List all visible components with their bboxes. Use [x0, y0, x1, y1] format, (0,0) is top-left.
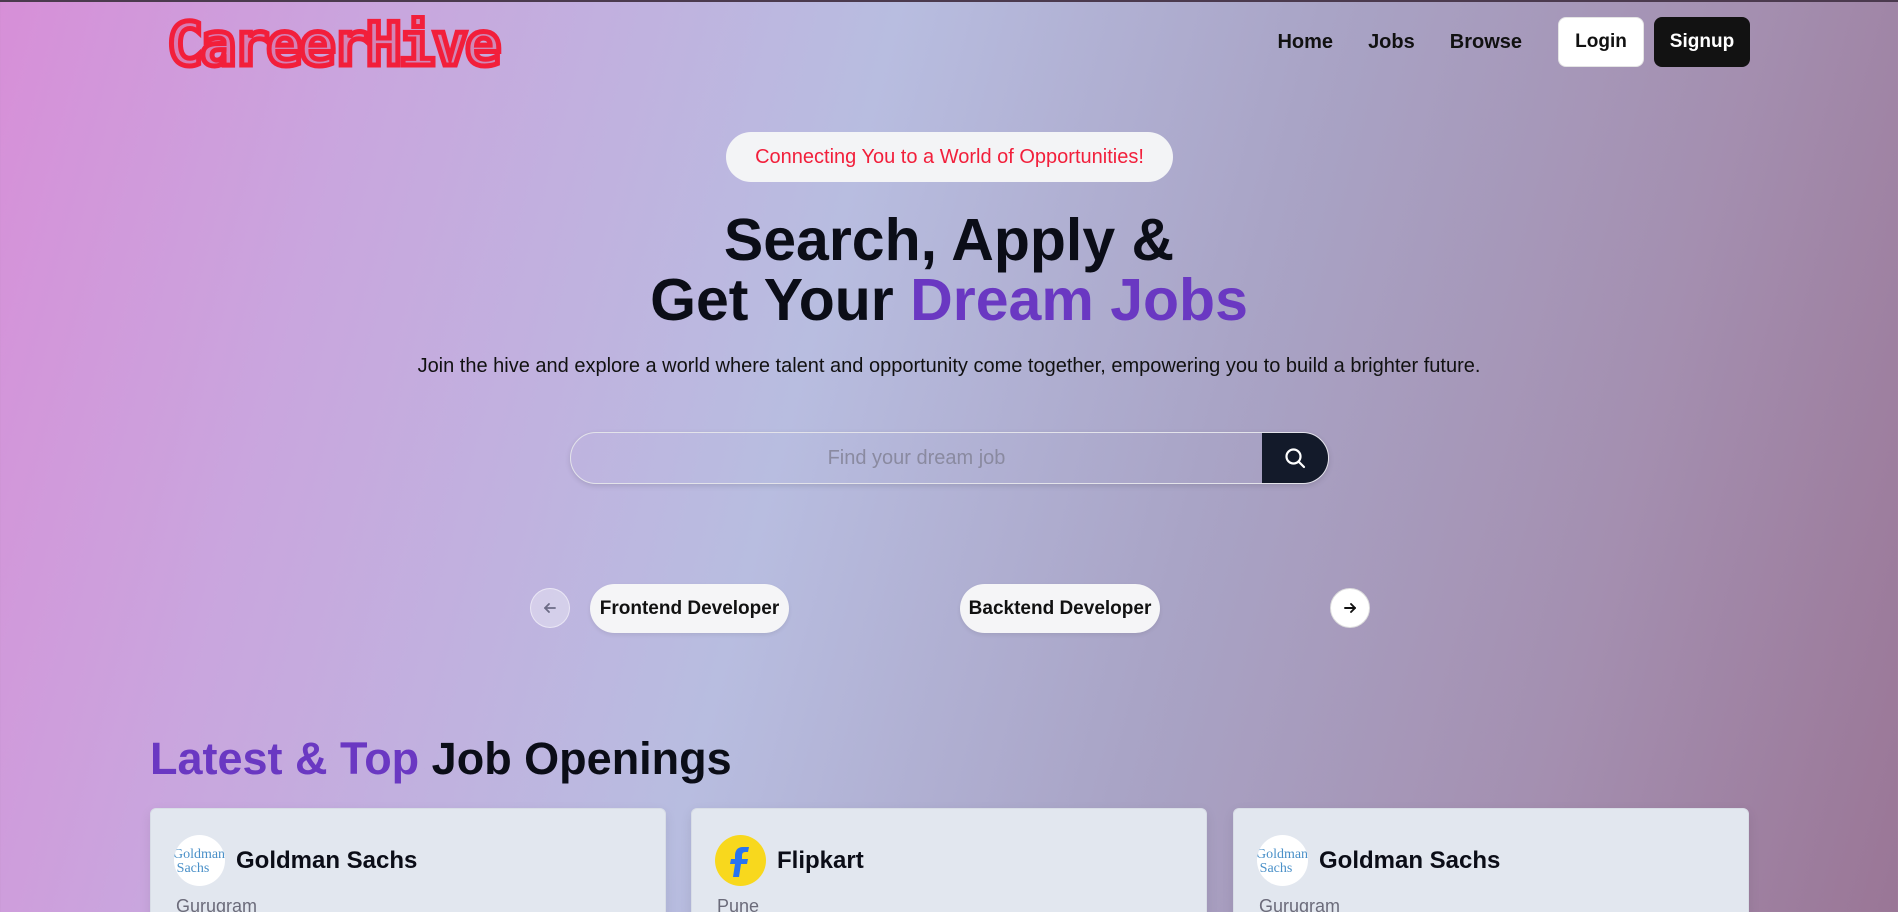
carousel-next-button[interactable] — [1330, 588, 1370, 628]
card-location: Gurugram — [176, 896, 258, 912]
svg-text:Sachs: Sachs — [1260, 861, 1293, 876]
section-title: Latest & Top Job Openings — [150, 733, 732, 785]
top-nav: Home Jobs Browse Login Signup — [1277, 17, 1750, 67]
login-button[interactable]: Login — [1558, 17, 1644, 67]
category-chip[interactable]: Frontend Developer — [590, 584, 789, 633]
nav-jobs[interactable]: Jobs — [1368, 31, 1415, 54]
card-location: Pune — [717, 896, 760, 912]
hero-title-line2-plain: Get Your — [650, 267, 911, 333]
hero-title-line2: Get Your Dream Jobs — [0, 270, 1898, 330]
search-button[interactable] — [1262, 433, 1328, 483]
goldman-sachs-logo: Goldman Sachs — [1257, 835, 1308, 886]
hero-title: Search, Apply & Get Your Dream Jobs — [0, 210, 1898, 330]
search-icon — [1285, 448, 1306, 469]
careerhive-logo[interactable]: CareerHive CareerHive — [163, 8, 513, 83]
card-location: Gurugram — [1259, 896, 1341, 912]
card-company-name: Goldman Sachs — [1319, 847, 1501, 874]
card-company-name: Goldman Sachs — [236, 847, 418, 874]
carousel-prev-button[interactable] — [530, 588, 570, 628]
search-bar — [570, 432, 1329, 484]
job-card[interactable]: Goldman Sachs Goldman Sachs Gurugram — [150, 808, 666, 912]
section-title-accent: Latest & Top — [150, 733, 420, 784]
svg-text:Sachs: Sachs — [177, 861, 210, 876]
job-card[interactable]: Flipkart Pune — [691, 808, 1207, 912]
job-card[interactable]: Goldman Sachs Goldman Sachs Gurugram — [1233, 808, 1749, 912]
flipkart-logo — [715, 835, 766, 886]
hero-title-line1: Search, Apply & — [723, 207, 1175, 273]
section-title-plain: Job Openings — [419, 733, 732, 784]
category-chip[interactable]: Backtend Developer — [960, 584, 1160, 633]
hero-title-line2-accent: Dream Jobs — [910, 267, 1248, 333]
goldman-sachs-logo: Goldman Sachs — [174, 835, 225, 886]
nav-home[interactable]: Home — [1277, 31, 1333, 54]
signup-button[interactable]: Signup — [1654, 17, 1750, 67]
svg-text:Goldman: Goldman — [174, 847, 225, 862]
svg-text:Goldman: Goldman — [1257, 847, 1308, 862]
nav-browse[interactable]: Browse — [1450, 31, 1522, 54]
logo-wordmark-fill: CareerHive — [167, 15, 499, 73]
search-input[interactable] — [571, 433, 1262, 483]
hero-subtitle: Join the hive and explore a world where … — [417, 355, 1481, 377]
arrow-right-icon — [1344, 603, 1356, 613]
arrow-left-icon — [544, 603, 556, 613]
hero-tagline-badge: Connecting You to a World of Opportuniti… — [726, 132, 1173, 182]
card-company-name: Flipkart — [777, 847, 864, 874]
